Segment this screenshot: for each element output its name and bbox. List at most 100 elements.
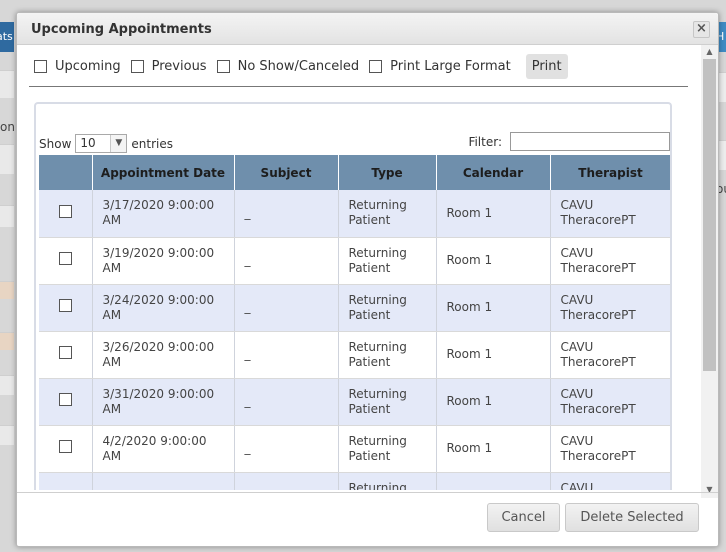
background-text: on [0,120,14,134]
previous-label: Previous [151,58,207,74]
table-row[interactable]: 3/31/2020 9:00:00 AM _ Returning Patient… [39,378,670,426]
calendar-column-header[interactable]: Calendar [436,155,551,190]
upcoming-appointments-dialog: Upcoming Appointments × Upcoming Previou… [16,12,719,547]
dialog-titlebar[interactable]: Upcoming Appointments × [17,13,718,45]
filter-input[interactable] [510,132,670,151]
appointment-date-column-header[interactable]: Appointment Date [92,155,235,190]
row-select-cell [39,284,93,332]
therapist-cell: CAVU TheracorePT [550,237,670,285]
row-select-cell [39,190,93,238]
subject-cell: _ [234,284,339,332]
appointment-date-cell: 3/17/2020 9:00:00 AM [92,190,235,238]
previous-checkbox[interactable] [130,59,144,73]
calendar-cell: Room 1 [436,284,551,332]
scrollbar-thumb[interactable] [703,59,716,371]
row-checkbox[interactable] [58,299,72,312]
row-select-cell [39,378,93,426]
print-large-format-label: Print Large Format [390,58,511,74]
calendar-cell: Room 1 [436,237,551,285]
filter-label: Filter: [468,134,502,149]
background-strip [0,375,14,395]
print-button[interactable]: Print [525,53,568,79]
entries-label: entries [131,136,173,151]
type-cell: Returning Patient [338,284,437,332]
therapist-cell: CAVU TheracorePT [550,425,670,473]
footer-divider [17,492,718,493]
print-large-format-option[interactable]: Print Large Format [369,59,511,74]
background-strip [0,332,14,350]
appointment-date-cell: 4/2/2020 9:00:00 AM [92,425,235,473]
table-row[interactable]: 3/19/2020 9:00:00 AM _ Returning Patient… [39,237,670,285]
table-header-row: Appointment Date Subject Type Calendar T… [39,155,670,190]
entries-value: 10 [80,136,96,150]
background-strip [0,205,14,227]
calendar-cell: Room 1 [436,331,551,379]
background-strip [0,281,14,299]
subject-cell [234,472,339,490]
row-checkbox[interactable] [58,252,72,265]
calendar-cell: Room 1 [436,378,551,426]
upcoming-label: Upcoming [55,58,121,74]
upcoming-option[interactable]: Upcoming [34,59,121,74]
no-show-canceled-checkbox[interactable] [216,59,230,73]
subject-cell: _ [234,331,339,379]
calendar-cell: Room 1 [436,190,551,238]
subject-cell: _ [234,237,339,285]
select-column-header [39,155,93,190]
close-button[interactable]: × [693,21,710,38]
scroll-down-icon[interactable]: ▼ [701,483,718,497]
therapist-cell: CAVU TheracorePT [550,190,670,238]
type-cell: Returning Patient [338,378,437,426]
subject-cell: _ [234,425,339,473]
therapist-cell: CAVU TheracorePT [550,378,670,426]
subject-column-header[interactable]: Subject [234,155,339,190]
entries-control: Show 10 ▼ entries [39,134,173,153]
appointments-panel: Show 10 ▼ entries Filter: Appointment Da… [34,102,672,490]
subject-cell: _ [234,190,339,238]
calendar-cell [436,472,551,490]
type-cell: Returning Patient [338,237,437,285]
previous-option[interactable]: Previous [130,58,207,74]
row-checkbox[interactable] [58,204,72,218]
table-row[interactable]: Returning Patient CAVU TheracorePT [39,472,670,490]
options-bar: Upcoming Previous No Show/Canceled Print… [34,53,568,79]
filter-control: Filter: [468,132,670,151]
therapist-column-header[interactable]: Therapist [550,155,670,190]
cancel-button[interactable]: Cancel [487,503,560,532]
options-divider [29,86,688,87]
row-select-cell [39,425,93,473]
no-show-canceled-label: No Show/Canceled [237,58,360,74]
appointment-date-cell: 3/19/2020 9:00:00 AM [92,237,235,285]
table-row[interactable]: 3/26/2020 9:00:00 AM _ Returning Patient… [39,331,670,379]
table-row[interactable]: 3/17/2020 9:00:00 AM _ Returning Patient… [39,190,670,238]
row-select-cell [39,237,93,285]
dialog-title: Upcoming Appointments [31,22,212,37]
background-strip [0,70,14,98]
type-cell: Returning Patient [338,472,437,490]
close-icon: × [696,21,707,36]
calendar-cell: Room 1 [436,425,551,473]
appointment-date-cell: 3/26/2020 9:00:00 AM [92,331,235,379]
row-checkbox[interactable] [58,440,72,453]
appointment-date-cell: 3/31/2020 9:00:00 AM [92,378,235,426]
therapist-cell: CAVU TheracorePT [550,284,670,332]
delete-selected-button[interactable]: Delete Selected [565,503,699,532]
type-cell: Returning Patient [338,331,437,379]
background-strip [0,144,14,174]
background-strip [0,425,14,445]
table-row[interactable]: 3/24/2020 9:00:00 AM _ Returning Patient… [39,284,670,332]
entries-select[interactable]: 10 ▼ [75,134,128,153]
scroll-up-icon[interactable]: ▲ [701,45,718,59]
row-checkbox[interactable] [58,393,72,406]
therapist-cell: CAVU TheracorePT [550,472,670,490]
table-row[interactable]: 4/2/2020 9:00:00 AM _ Returning Patient … [39,425,670,473]
print-large-format-checkbox[interactable] [369,59,383,73]
row-checkbox[interactable] [58,346,72,359]
row-select-cell [39,331,93,379]
therapist-cell: CAVU TheracorePT [550,331,670,379]
no-show-canceled-option[interactable]: No Show/Canceled [216,58,360,74]
type-column-header[interactable]: Type [338,155,437,190]
upcoming-checkbox[interactable] [34,59,47,73]
appointments-table: Appointment Date Subject Type Calendar T… [39,155,670,490]
row-select-cell [39,472,93,490]
